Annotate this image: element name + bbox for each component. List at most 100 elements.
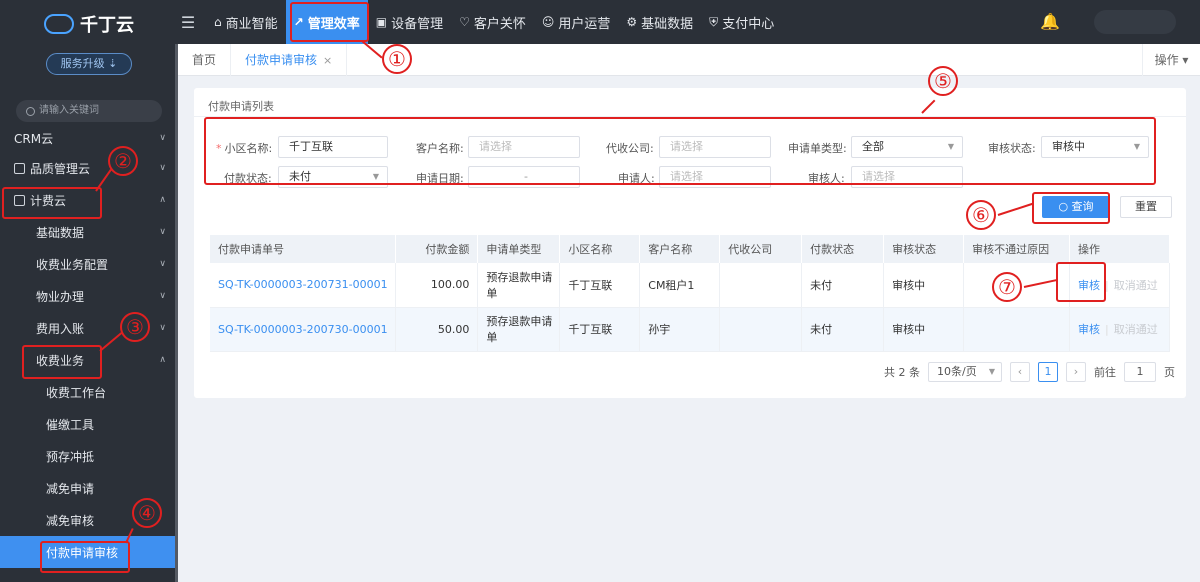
close-icon[interactable]: × [323, 54, 332, 67]
table-header: 付款申请单号 付款金额 申请单类型 小区名称 客户名称 代收公司 付款状态 审核… [210, 235, 1170, 263]
sidebar-scrollbar[interactable] [175, 44, 178, 582]
page-tabs: 首页 付款申请审核 × 操作 ▾ [178, 43, 1200, 76]
total-count: 共 2 条 [884, 366, 920, 379]
community-cell: 千丁互联 [559, 307, 641, 352]
pay-status-cell: 未付 [801, 307, 885, 352]
annotation-box-2 [2, 187, 102, 219]
request-id-link[interactable]: SQ-TK-0000003-200731-00001 [210, 263, 397, 308]
table-row: SQ-TK-0000003-200730-00001 50.00 预存退款申请单… [210, 307, 1170, 352]
col-header: 小区名称 [559, 235, 641, 263]
collector-cell [719, 263, 803, 308]
request-id-link[interactable]: SQ-TK-0000003-200730-00001 [210, 307, 397, 352]
col-header: 代收公司 [719, 235, 803, 263]
payment-table: 付款申请单号 付款金额 申请单类型 小区名称 客户名称 代收公司 付款状态 审核… [210, 235, 1170, 352]
page-number[interactable]: 1 [1038, 362, 1058, 382]
sidebar-item-fee-config[interactable]: 收费业务配置 ∨ [0, 248, 178, 280]
shield-icon: ⛨ [709, 14, 719, 29]
sidebar-item-property[interactable]: 物业办理 ∨ [0, 280, 178, 312]
annotation-box-3 [22, 345, 102, 379]
annotation-number-3: ③ [120, 312, 150, 342]
tab-home[interactable]: 首页 [178, 43, 232, 76]
annotation-box-4 [40, 541, 130, 573]
sidebar-item-fee-entry[interactable]: 费用入账 ∨ [0, 312, 178, 344]
nav-item-basic-data[interactable]: ⚙ 基础数据 [618, 0, 701, 44]
sidebar-item-reminder[interactable]: 催缴工具 [0, 408, 178, 440]
nav-item-device[interactable]: ▣ 设备管理 [368, 0, 451, 44]
search-icon [26, 106, 35, 116]
review-link[interactable]: 审核 [1078, 323, 1100, 336]
nav-item-payment[interactable]: ⛨ 支付中心 [701, 0, 782, 44]
logo-text: 千丁云 [80, 15, 134, 36]
col-header: 付款金额 [395, 235, 479, 263]
heart-icon: ♡ [459, 15, 470, 29]
nav-item-care[interactable]: ♡ 客户关怀 [451, 0, 534, 44]
sidebar-item-quality[interactable]: 品质管理云 ∨ [0, 152, 178, 184]
prev-page-button[interactable]: ‹ [1010, 362, 1030, 382]
next-page-button[interactable]: › [1066, 362, 1086, 382]
col-header: 审核不通过原因 [963, 235, 1070, 263]
nav-item-bi[interactable]: ⌂ 商业智能 [206, 0, 286, 44]
col-header: 付款状态 [801, 235, 885, 263]
pagination: 共 2 条 10条/页 ▼ ‹ 1 › 前往 1 页 [884, 362, 1175, 382]
reset-button[interactable]: 重置 [1120, 196, 1172, 218]
col-header: 操作 [1069, 235, 1170, 263]
annotation-number-7: ⑦ [992, 272, 1022, 302]
chart-bar-icon: ⌂ [214, 15, 222, 29]
building-icon [14, 162, 25, 174]
page-unit: 页 [1164, 366, 1175, 379]
chevron-down-icon: ∨ [159, 323, 166, 333]
cancel-approve-link[interactable]: 取消通过 [1114, 323, 1158, 336]
page-size-select[interactable]: 10条/页 ▼ [928, 362, 1002, 382]
annotation-number-5: ⑤ [928, 66, 958, 96]
goto-label: 前往 [1094, 366, 1116, 379]
amount-cell: 50.00 [395, 307, 479, 352]
action-cell: 审核 | 取消通过 [1069, 307, 1170, 352]
sidebar-item-prepay-offset[interactable]: 预存冲抵 [0, 440, 178, 472]
bell-icon[interactable]: 🔔 [1040, 12, 1060, 31]
col-header: 付款申请单号 [210, 235, 397, 263]
tab-payment-review[interactable]: 付款申请审核 × [231, 43, 348, 76]
annotation-number-1: ① [382, 44, 412, 74]
chevron-down-icon: ∨ [159, 291, 166, 301]
cancel-approve-link[interactable]: 取消通过 [1114, 279, 1158, 292]
wrench-icon: ⚙ [626, 15, 638, 29]
chevron-up-icon: ∧ [159, 355, 166, 365]
sidebar-item-crm[interactable]: CRM云 ∨ [0, 124, 178, 152]
annotation-box-1 [290, 2, 369, 42]
amount-cell: 100.00 [395, 263, 479, 308]
sidebar: 千丁云 服务升级 ⇣ 请输入关键词 CRM云 ∨ 品质管理云 ∨ 计费云 ∧ 基础数据… [0, 0, 178, 582]
col-header: 审核状态 [883, 235, 965, 263]
menu-toggle-icon[interactable]: ☰ [178, 13, 198, 32]
annotation-box-6 [1032, 192, 1110, 224]
goto-page-input[interactable]: 1 [1124, 362, 1156, 382]
annotation-number-6: ⑥ [966, 200, 996, 230]
annotation-box-5 [204, 117, 1156, 185]
type-cell: 预存退款申请单 [477, 307, 561, 352]
sidebar-item-workbench[interactable]: 收费工作台 [0, 376, 178, 408]
upgrade-button[interactable]: 服务升级 ⇣ [46, 53, 132, 75]
card-title: 付款申请列表 [208, 100, 274, 113]
customer-cell: CM租户1 [639, 263, 721, 308]
sidebar-item-basic-data[interactable]: 基础数据 ∨ [0, 216, 178, 248]
review-status-cell: 审核中 [883, 263, 965, 308]
annotation-box-7 [1056, 262, 1106, 302]
pay-status-cell: 未付 [801, 263, 885, 308]
chevron-down-icon: ▼ [988, 367, 995, 376]
type-cell: 预存退款申请单 [477, 263, 561, 308]
nav-item-user-ops[interactable]: ☺ 用户运营 [534, 0, 619, 44]
chevron-down-icon: ∨ [159, 163, 166, 173]
chevron-down-icon: ∨ [159, 227, 166, 237]
chevron-down-icon: ∨ [159, 133, 166, 143]
chevron-down-icon: ∨ [159, 259, 166, 269]
annotation-number-2: ② [108, 146, 138, 176]
customer-cell: 孙宇 [639, 307, 721, 352]
collector-cell [719, 307, 803, 352]
tab-ops-button[interactable]: 操作 ▾ [1142, 44, 1200, 76]
logo: 千丁云 [0, 0, 178, 48]
col-header: 申请单类型 [477, 235, 561, 263]
user-icon: ☺ [541, 15, 555, 29]
community-cell: 千丁互联 [559, 263, 641, 308]
sidebar-search-input[interactable]: 请输入关键词 [16, 100, 162, 122]
avatar[interactable] [1094, 10, 1176, 34]
device-icon: ▣ [375, 15, 388, 29]
